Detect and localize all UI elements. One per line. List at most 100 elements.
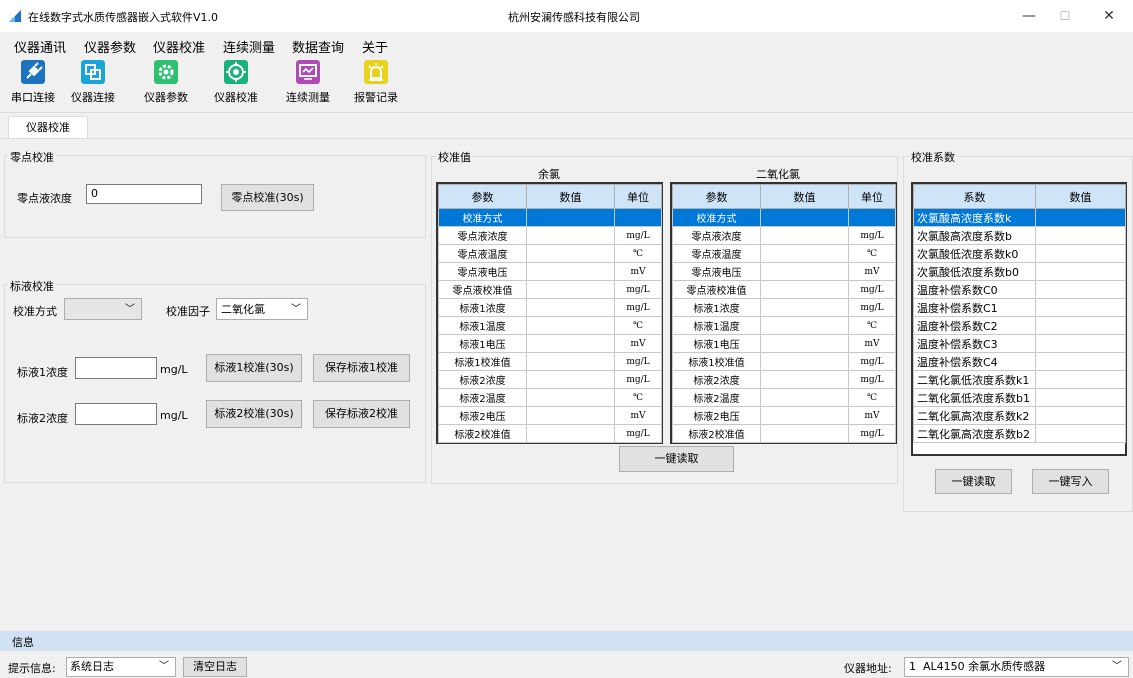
table-row[interactable]: 标液2校准值 mg/L [438, 424, 662, 443]
cell-value[interactable] [526, 280, 615, 299]
cell-unit[interactable]: mg/L [848, 424, 896, 443]
cell-value[interactable] [526, 298, 615, 317]
read-coefficients-button[interactable]: 一键读取 [935, 469, 1012, 494]
cell-value[interactable] [1035, 316, 1126, 335]
save-std1-calibration-button[interactable]: 保存标液1校准 [313, 354, 410, 382]
log-type-select[interactable]: 系统日志 ﹀ [66, 657, 176, 677]
cell-unit[interactable]: mg/L [848, 226, 896, 245]
table-row[interactable]: 二氧化氯低浓度系数k1 [913, 370, 1126, 389]
cell-value[interactable] [1035, 370, 1126, 389]
cell-name[interactable]: 二氧化氯高浓度系数k2 [913, 406, 1036, 425]
table-row[interactable]: 温度补偿系数C3 [913, 334, 1126, 353]
table-row[interactable]: 标液1浓度 mg/L [438, 298, 662, 317]
cell-value[interactable] [760, 424, 849, 443]
cell-name[interactable]: 二氧化氯低浓度系数b1 [913, 388, 1036, 407]
table-row[interactable]: 校准方式 [438, 208, 662, 227]
cell-param[interactable]: 标液2浓度 [438, 370, 527, 389]
cell-unit[interactable]: mg/L [848, 352, 896, 371]
cell-param[interactable]: 标液2电压 [438, 406, 527, 425]
cell-unit[interactable]: ℃ [614, 316, 662, 335]
cell-value[interactable] [760, 262, 849, 281]
table-row[interactable]: 标液2校准值 mg/L [672, 424, 896, 443]
std2-concentration-input[interactable] [75, 403, 157, 425]
table-row[interactable]: 零点液浓度 mg/L [672, 226, 896, 245]
table-row[interactable]: 标液1温度 ℃ [438, 316, 662, 335]
table-row[interactable]: 标液2电压 mV [438, 406, 662, 425]
cell-value[interactable] [1035, 352, 1126, 371]
calibration-method-select[interactable]: ﹀ [64, 298, 142, 320]
cell-param[interactable]: 零点液校准值 [438, 280, 527, 299]
table-row[interactable]: 标液2浓度 mg/L [672, 370, 896, 389]
cell-param[interactable]: 零点液校准值 [672, 280, 761, 299]
table-row[interactable]: 标液2浓度 mg/L [438, 370, 662, 389]
cell-value[interactable] [526, 208, 615, 227]
cell-unit[interactable]: mV [848, 262, 896, 281]
cell-param[interactable]: 标液1温度 [438, 316, 527, 335]
maximize-button[interactable]: ☐ [1050, 4, 1080, 28]
cell-param[interactable]: 标液1校准值 [672, 352, 761, 371]
cell-name[interactable]: 温度补偿系数C0 [913, 280, 1036, 299]
cell-value[interactable] [526, 388, 615, 407]
cell-name[interactable]: 次氯酸低浓度系数b0 [913, 262, 1036, 281]
cell-unit[interactable]: mV [848, 334, 896, 353]
cell-unit[interactable]: ℃ [614, 388, 662, 407]
cell-param[interactable]: 零点液浓度 [438, 226, 527, 245]
cell-value[interactable] [760, 334, 849, 353]
cell-unit[interactable] [848, 208, 896, 227]
cell-value[interactable] [1035, 208, 1126, 227]
cell-param[interactable]: 标液2温度 [438, 388, 527, 407]
table-row[interactable]: 温度补偿系数C4 [913, 352, 1126, 371]
table-row[interactable]: 零点液浓度 mg/L [438, 226, 662, 245]
table-row[interactable]: 二氧化氯高浓度系数b2 [913, 424, 1126, 443]
zero-solution-input[interactable]: 0 [86, 184, 202, 204]
cell-value[interactable] [526, 424, 615, 443]
minimize-button[interactable]: — [1014, 4, 1044, 28]
cell-param[interactable]: 标液2校准值 [672, 424, 761, 443]
zero-calibration-button[interactable]: 零点校准(30s) [221, 184, 314, 211]
toolbar-instrument-params[interactable]: 仪器参数 [136, 60, 196, 105]
table-row[interactable]: 零点液电压 mV [672, 262, 896, 281]
col-header-coefficient-value[interactable]: 数值 [1035, 184, 1126, 209]
cell-param[interactable]: 标液2校准值 [438, 424, 527, 443]
cell-value[interactable] [760, 280, 849, 299]
write-coefficients-button[interactable]: 一键写入 [1032, 469, 1109, 494]
cell-param[interactable]: 校准方式 [438, 208, 527, 227]
cell-value[interactable] [760, 388, 849, 407]
cell-value[interactable] [526, 406, 615, 425]
cell-unit[interactable]: ℃ [848, 244, 896, 263]
cell-param[interactable]: 标液1校准值 [438, 352, 527, 371]
table-row[interactable]: 标液2电压 mV [672, 406, 896, 425]
cell-unit[interactable]: mg/L [848, 370, 896, 389]
std1-calibration-button[interactable]: 标液1校准(30s) [206, 354, 302, 382]
cell-value[interactable] [1035, 262, 1126, 281]
table-row[interactable]: 温度补偿系数C2 [913, 316, 1126, 335]
cell-param[interactable]: 标液1电压 [672, 334, 761, 353]
table-row[interactable]: 次氯酸高浓度系数k [913, 208, 1126, 227]
cell-name[interactable]: 次氯酸高浓度系数k [913, 208, 1036, 227]
col-header-value[interactable]: 数值 [526, 184, 615, 209]
col-header-value[interactable]: 数值 [760, 184, 849, 209]
instrument-address-select[interactable]: 1 AL4150 余氯水质传感器 ﹀ [904, 657, 1129, 677]
menu-instrument-calibration[interactable]: 仪器校准 [153, 37, 205, 56]
table-row[interactable]: 次氯酸低浓度系数k0 [913, 244, 1126, 263]
col-header-coefficient[interactable]: 系数 [913, 184, 1036, 209]
cell-value[interactable] [1035, 334, 1126, 353]
cell-unit[interactable]: mV [614, 334, 662, 353]
cell-value[interactable] [526, 262, 615, 281]
table-row[interactable]: 标液1校准值 mg/L [438, 352, 662, 371]
cell-unit[interactable]: mV [614, 262, 662, 281]
table-row[interactable]: 零点液校准值 mg/L [438, 280, 662, 299]
cell-param[interactable]: 零点液电压 [672, 262, 761, 281]
cell-unit[interactable]: mg/L [848, 298, 896, 317]
col-header-param[interactable]: 参数 [672, 184, 761, 209]
table-row[interactable]: 温度补偿系数C0 [913, 280, 1126, 299]
calibration-factor-select[interactable]: 二氧化氯 ﹀ [216, 298, 308, 320]
cell-param[interactable]: 标液2温度 [672, 388, 761, 407]
cell-param[interactable]: 零点液温度 [438, 244, 527, 263]
read-calibration-values-button[interactable]: 一键读取 [619, 446, 734, 472]
cell-unit[interactable]: mg/L [614, 424, 662, 443]
menu-about[interactable]: 关于 [362, 37, 388, 56]
cell-value[interactable] [760, 226, 849, 245]
cell-name[interactable]: 温度补偿系数C4 [913, 352, 1036, 371]
cell-unit[interactable]: ℃ [614, 244, 662, 263]
